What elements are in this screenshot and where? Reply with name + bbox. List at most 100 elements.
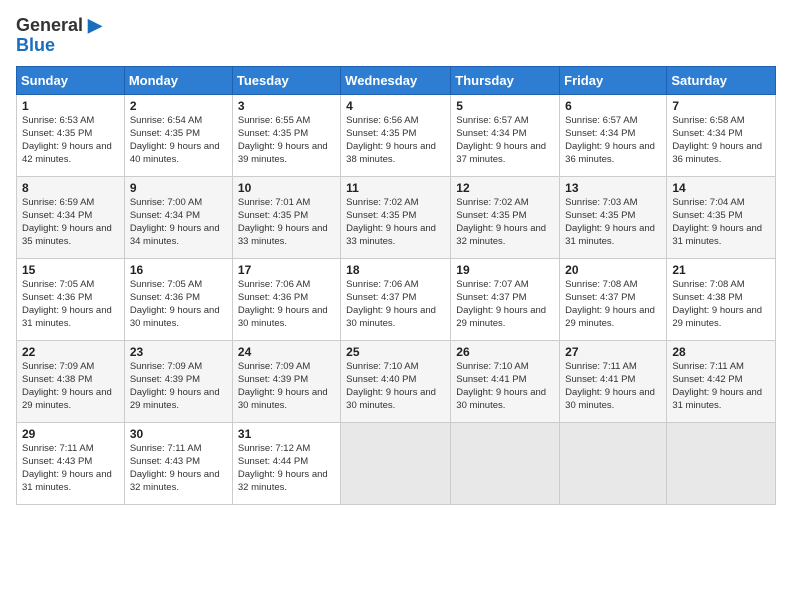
day-number: 22 <box>22 345 119 359</box>
day-info: Sunrise: 7:11 AM Sunset: 4:42 PM Dayligh… <box>672 360 770 413</box>
day-info: Sunrise: 7:11 AM Sunset: 4:43 PM Dayligh… <box>22 442 119 495</box>
day-number: 29 <box>22 427 119 441</box>
day-info: Sunrise: 7:07 AM Sunset: 4:37 PM Dayligh… <box>456 278 554 331</box>
day-number: 19 <box>456 263 554 277</box>
day-info: Sunrise: 7:12 AM Sunset: 4:44 PM Dayligh… <box>238 442 335 495</box>
day-number: 13 <box>565 181 661 195</box>
calendar-cell: 14 Sunrise: 7:04 AM Sunset: 4:35 PM Dayl… <box>667 176 776 258</box>
day-number: 5 <box>456 99 554 113</box>
day-number: 2 <box>130 99 227 113</box>
day-info: Sunrise: 6:57 AM Sunset: 4:34 PM Dayligh… <box>565 114 661 167</box>
day-info: Sunrise: 7:10 AM Sunset: 4:40 PM Dayligh… <box>346 360 445 413</box>
day-info: Sunrise: 6:56 AM Sunset: 4:35 PM Dayligh… <box>346 114 445 167</box>
calendar-cell: 28 Sunrise: 7:11 AM Sunset: 4:42 PM Dayl… <box>667 340 776 422</box>
calendar-cell <box>341 422 451 504</box>
header-wednesday: Wednesday <box>341 66 451 94</box>
calendar-week-3: 15 Sunrise: 7:05 AM Sunset: 4:36 PM Dayl… <box>17 258 776 340</box>
header: General ▶ Blue <box>16 16 776 56</box>
day-number: 3 <box>238 99 335 113</box>
header-sunday: Sunday <box>17 66 125 94</box>
calendar-cell: 3 Sunrise: 6:55 AM Sunset: 4:35 PM Dayli… <box>232 94 340 176</box>
day-number: 21 <box>672 263 770 277</box>
day-info: Sunrise: 7:00 AM Sunset: 4:34 PM Dayligh… <box>130 196 227 249</box>
day-info: Sunrise: 6:54 AM Sunset: 4:35 PM Dayligh… <box>130 114 227 167</box>
day-number: 4 <box>346 99 445 113</box>
day-number: 26 <box>456 345 554 359</box>
day-info: Sunrise: 7:01 AM Sunset: 4:35 PM Dayligh… <box>238 196 335 249</box>
calendar-cell: 2 Sunrise: 6:54 AM Sunset: 4:35 PM Dayli… <box>124 94 232 176</box>
day-number: 28 <box>672 345 770 359</box>
calendar-cell: 20 Sunrise: 7:08 AM Sunset: 4:37 PM Dayl… <box>560 258 667 340</box>
calendar-week-5: 29 Sunrise: 7:11 AM Sunset: 4:43 PM Dayl… <box>17 422 776 504</box>
day-number: 15 <box>22 263 119 277</box>
calendar-cell: 6 Sunrise: 6:57 AM Sunset: 4:34 PM Dayli… <box>560 94 667 176</box>
calendar-cell: 22 Sunrise: 7:09 AM Sunset: 4:38 PM Dayl… <box>17 340 125 422</box>
logo-blue-text: Blue <box>16 36 55 56</box>
calendar-cell: 1 Sunrise: 6:53 AM Sunset: 4:35 PM Dayli… <box>17 94 125 176</box>
calendar-cell: 30 Sunrise: 7:11 AM Sunset: 4:43 PM Dayl… <box>124 422 232 504</box>
day-info: Sunrise: 7:05 AM Sunset: 4:36 PM Dayligh… <box>130 278 227 331</box>
logo: General ▶ Blue <box>16 16 102 56</box>
calendar-cell: 21 Sunrise: 7:08 AM Sunset: 4:38 PM Dayl… <box>667 258 776 340</box>
day-number: 16 <box>130 263 227 277</box>
day-info: Sunrise: 7:09 AM Sunset: 4:39 PM Dayligh… <box>238 360 335 413</box>
day-number: 1 <box>22 99 119 113</box>
calendar-cell: 23 Sunrise: 7:09 AM Sunset: 4:39 PM Dayl… <box>124 340 232 422</box>
calendar-cell: 17 Sunrise: 7:06 AM Sunset: 4:36 PM Dayl… <box>232 258 340 340</box>
day-number: 18 <box>346 263 445 277</box>
logo-general: General ▶ <box>16 16 102 36</box>
calendar-cell: 8 Sunrise: 6:59 AM Sunset: 4:34 PM Dayli… <box>17 176 125 258</box>
header-saturday: Saturday <box>667 66 776 94</box>
calendar-week-1: 1 Sunrise: 6:53 AM Sunset: 4:35 PM Dayli… <box>17 94 776 176</box>
day-number: 11 <box>346 181 445 195</box>
calendar-cell: 31 Sunrise: 7:12 AM Sunset: 4:44 PM Dayl… <box>232 422 340 504</box>
calendar-header-row: SundayMondayTuesdayWednesdayThursdayFrid… <box>17 66 776 94</box>
day-info: Sunrise: 7:08 AM Sunset: 4:38 PM Dayligh… <box>672 278 770 331</box>
calendar-cell <box>560 422 667 504</box>
day-number: 30 <box>130 427 227 441</box>
day-info: Sunrise: 7:08 AM Sunset: 4:37 PM Dayligh… <box>565 278 661 331</box>
calendar-cell: 12 Sunrise: 7:02 AM Sunset: 4:35 PM Dayl… <box>451 176 560 258</box>
calendar-cell: 7 Sunrise: 6:58 AM Sunset: 4:34 PM Dayli… <box>667 94 776 176</box>
day-number: 25 <box>346 345 445 359</box>
day-number: 7 <box>672 99 770 113</box>
calendar-cell: 9 Sunrise: 7:00 AM Sunset: 4:34 PM Dayli… <box>124 176 232 258</box>
day-number: 8 <box>22 181 119 195</box>
calendar-cell: 25 Sunrise: 7:10 AM Sunset: 4:40 PM Dayl… <box>341 340 451 422</box>
day-info: Sunrise: 7:10 AM Sunset: 4:41 PM Dayligh… <box>456 360 554 413</box>
day-number: 17 <box>238 263 335 277</box>
calendar-cell: 5 Sunrise: 6:57 AM Sunset: 4:34 PM Dayli… <box>451 94 560 176</box>
day-info: Sunrise: 7:09 AM Sunset: 4:38 PM Dayligh… <box>22 360 119 413</box>
day-number: 10 <box>238 181 335 195</box>
calendar-cell: 19 Sunrise: 7:07 AM Sunset: 4:37 PM Dayl… <box>451 258 560 340</box>
calendar-cell <box>451 422 560 504</box>
calendar-cell: 26 Sunrise: 7:10 AM Sunset: 4:41 PM Dayl… <box>451 340 560 422</box>
day-info: Sunrise: 7:09 AM Sunset: 4:39 PM Dayligh… <box>130 360 227 413</box>
day-number: 24 <box>238 345 335 359</box>
header-tuesday: Tuesday <box>232 66 340 94</box>
calendar-cell: 10 Sunrise: 7:01 AM Sunset: 4:35 PM Dayl… <box>232 176 340 258</box>
day-info: Sunrise: 7:03 AM Sunset: 4:35 PM Dayligh… <box>565 196 661 249</box>
calendar-week-4: 22 Sunrise: 7:09 AM Sunset: 4:38 PM Dayl… <box>17 340 776 422</box>
day-number: 31 <box>238 427 335 441</box>
day-number: 20 <box>565 263 661 277</box>
day-info: Sunrise: 6:58 AM Sunset: 4:34 PM Dayligh… <box>672 114 770 167</box>
day-info: Sunrise: 7:02 AM Sunset: 4:35 PM Dayligh… <box>346 196 445 249</box>
calendar-cell: 27 Sunrise: 7:11 AM Sunset: 4:41 PM Dayl… <box>560 340 667 422</box>
calendar-week-2: 8 Sunrise: 6:59 AM Sunset: 4:34 PM Dayli… <box>17 176 776 258</box>
header-monday: Monday <box>124 66 232 94</box>
day-info: Sunrise: 7:11 AM Sunset: 4:43 PM Dayligh… <box>130 442 227 495</box>
day-info: Sunrise: 7:06 AM Sunset: 4:36 PM Dayligh… <box>238 278 335 331</box>
day-number: 6 <box>565 99 661 113</box>
day-info: Sunrise: 6:55 AM Sunset: 4:35 PM Dayligh… <box>238 114 335 167</box>
day-info: Sunrise: 7:02 AM Sunset: 4:35 PM Dayligh… <box>456 196 554 249</box>
day-number: 27 <box>565 345 661 359</box>
calendar-cell: 4 Sunrise: 6:56 AM Sunset: 4:35 PM Dayli… <box>341 94 451 176</box>
calendar-cell: 29 Sunrise: 7:11 AM Sunset: 4:43 PM Dayl… <box>17 422 125 504</box>
calendar-cell: 24 Sunrise: 7:09 AM Sunset: 4:39 PM Dayl… <box>232 340 340 422</box>
calendar-cell: 13 Sunrise: 7:03 AM Sunset: 4:35 PM Dayl… <box>560 176 667 258</box>
logo-blue: ▶ <box>83 15 102 35</box>
day-info: Sunrise: 6:59 AM Sunset: 4:34 PM Dayligh… <box>22 196 119 249</box>
day-number: 14 <box>672 181 770 195</box>
day-number: 12 <box>456 181 554 195</box>
